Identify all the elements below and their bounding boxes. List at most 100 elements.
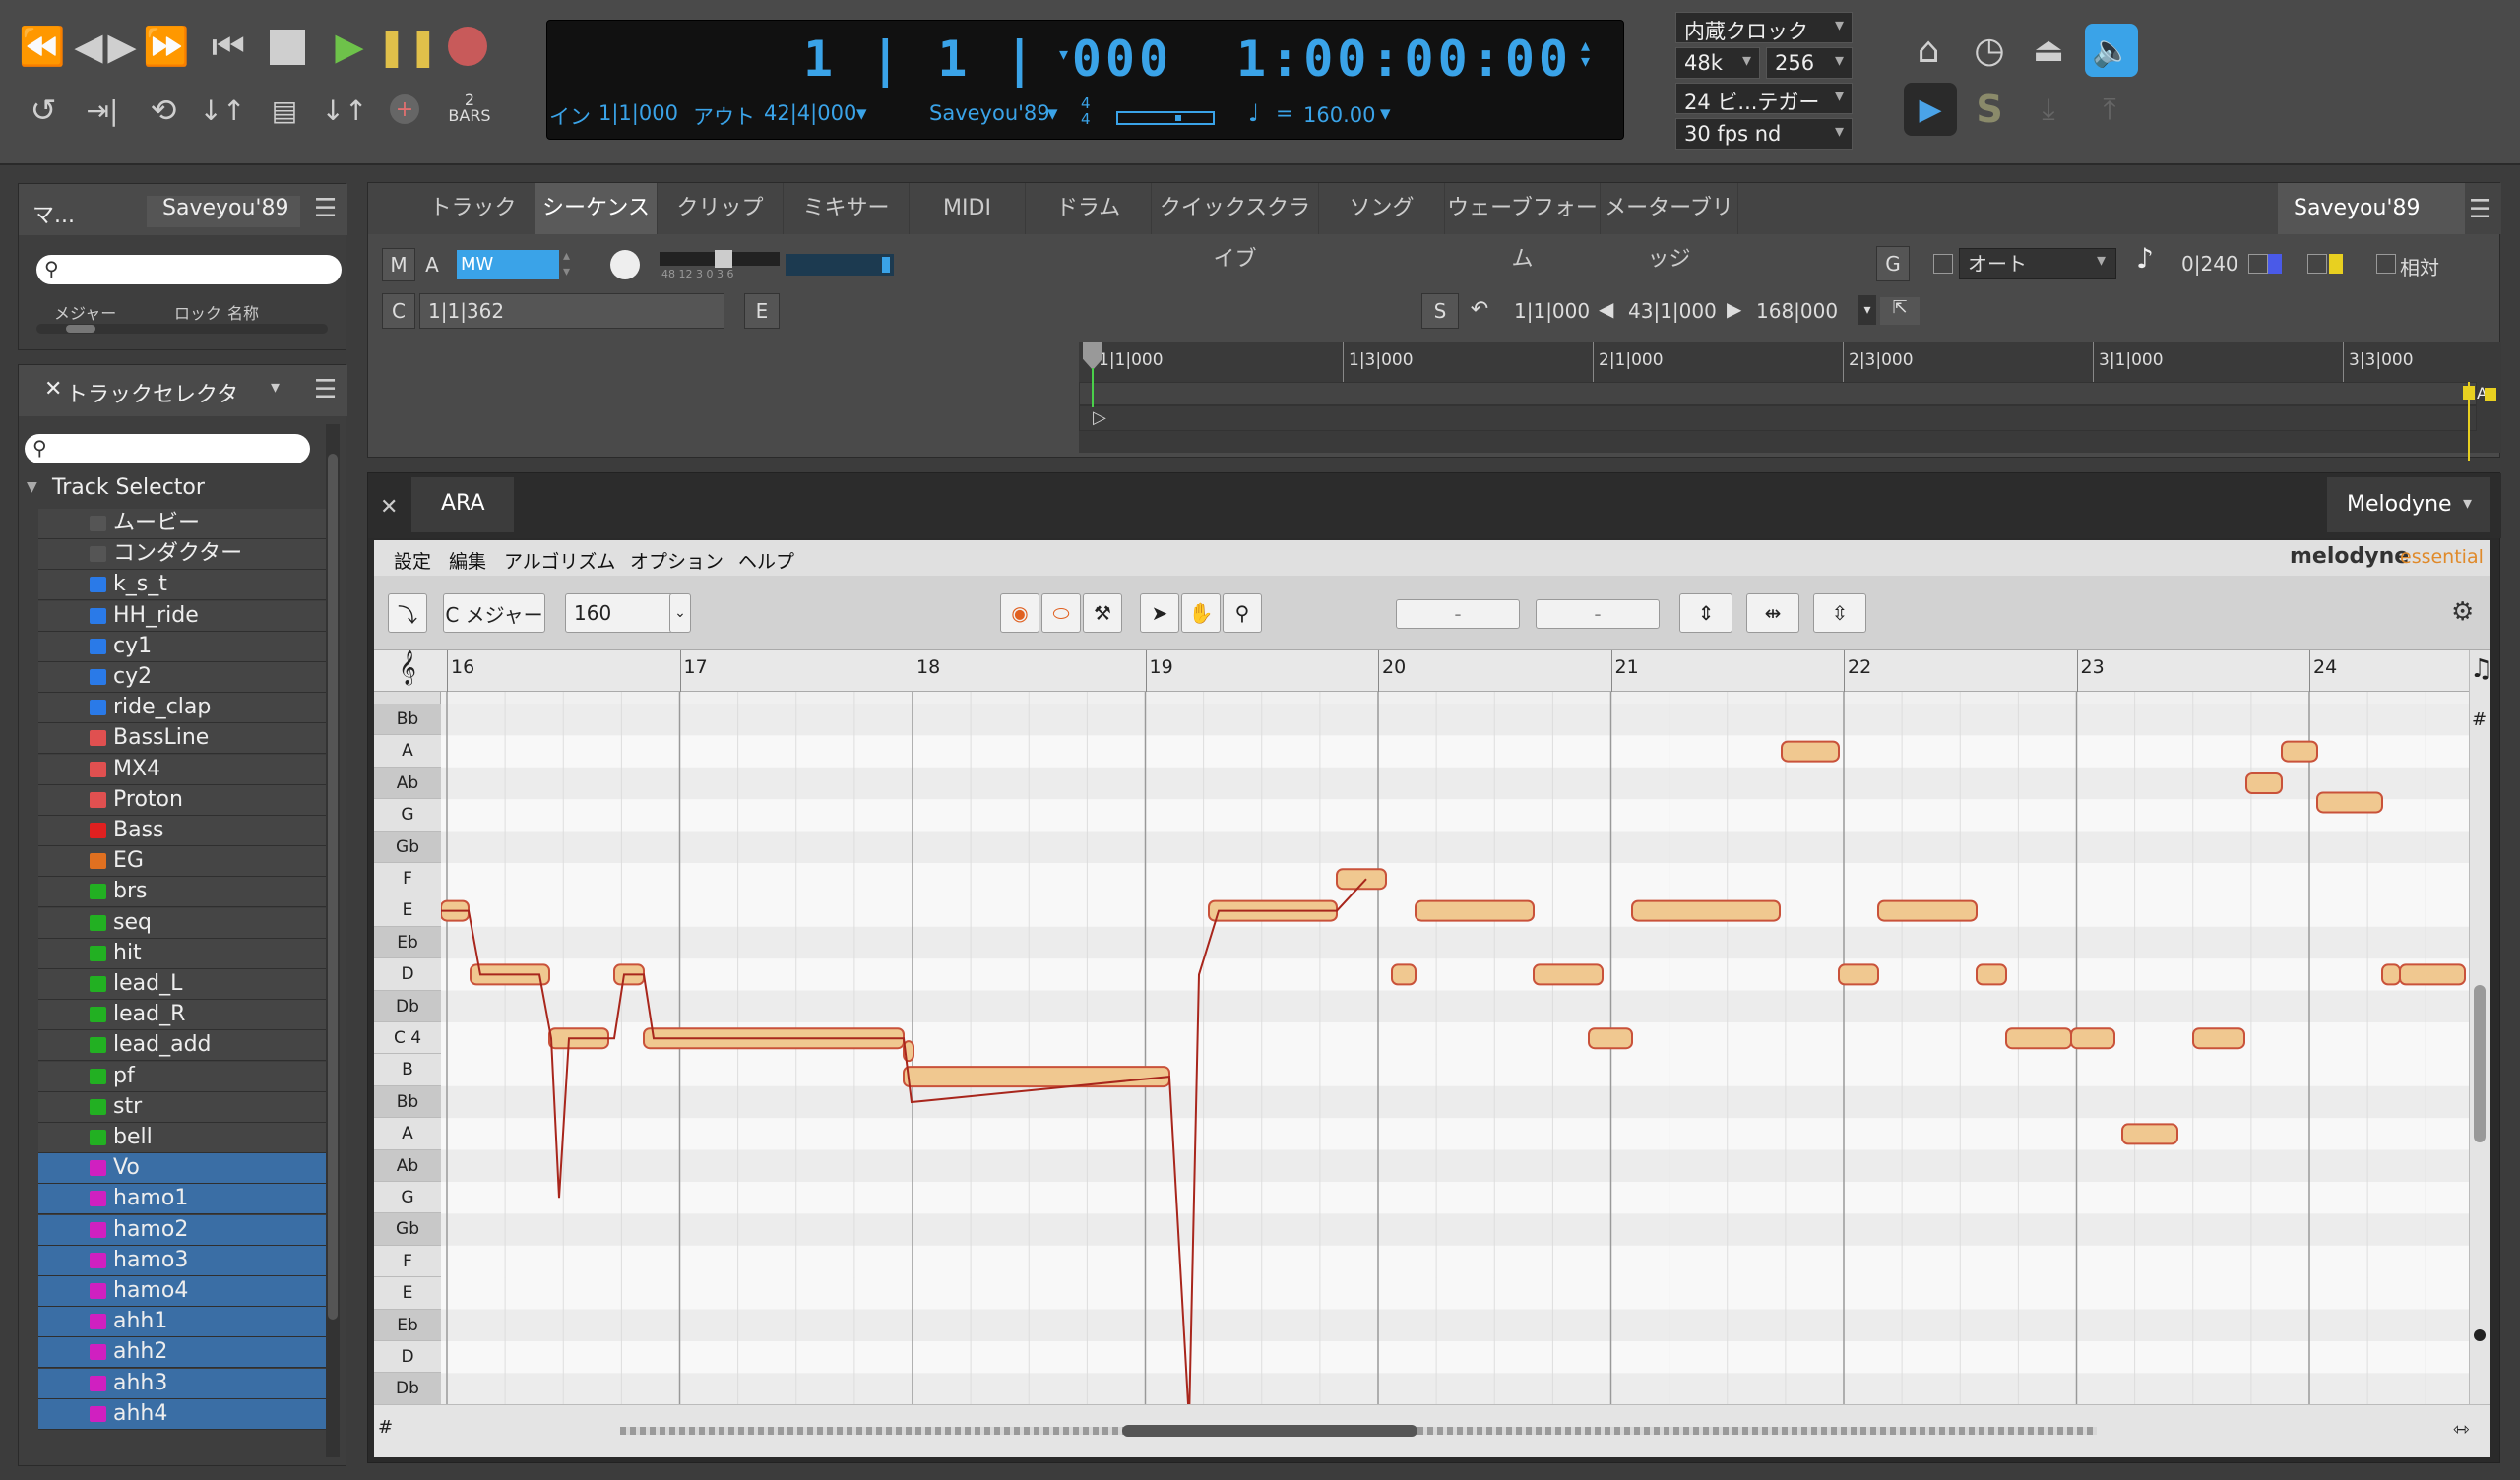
sequence-song-selector[interactable]: Saveyou'89 — [2278, 183, 2465, 234]
tab-5[interactable]: ドラム — [1026, 183, 1152, 234]
song-selector[interactable]: Saveyou'89 — [147, 196, 300, 227]
horizontal-scrollbar[interactable] — [36, 324, 328, 334]
track-item[interactable]: hamo3 — [38, 1245, 330, 1276]
fast-forward-icon[interactable]: ⏩ — [142, 22, 191, 71]
pitch-key[interactable]: D — [374, 958, 441, 991]
track-selector-root[interactable]: Track Selector — [52, 475, 205, 500]
automation-button[interactable]: A — [417, 248, 447, 281]
chevron-down-icon[interactable]: ▾ — [2097, 250, 2106, 271]
menu-icon[interactable]: ☰ — [314, 375, 337, 404]
track-item[interactable]: MX4 — [38, 754, 330, 785]
track-item[interactable]: bell — [38, 1123, 330, 1153]
track-item[interactable]: ahh3 — [38, 1368, 330, 1399]
macro-tool-icon[interactable]: ⚒ — [1083, 593, 1122, 633]
pitch-tool-icon[interactable]: ⬭ — [1041, 593, 1081, 633]
track-item[interactable]: cy2 — [38, 662, 330, 693]
rate-field[interactable]: 48k — [1675, 47, 1760, 79]
pitch-grid[interactable] — [441, 692, 2469, 1404]
tab-1[interactable]: シーケンス — [536, 183, 658, 234]
timeline-ruler[interactable]: 1|1|000 1|3|000 2|1|000 2|3|000 3|1|000 3|3|0… — [1079, 342, 2501, 461]
chevron-down-icon[interactable]: ▾ — [1059, 44, 1068, 65]
loop-icon[interactable]: ⟲ — [142, 89, 185, 132]
grid-checkbox[interactable] — [2248, 254, 2268, 274]
pitch-key[interactable]: B — [374, 1054, 441, 1086]
zoom-fit-icon[interactable]: ⇿ — [2453, 1417, 2470, 1441]
auto-punch-icon[interactable]: ↓↑ — [322, 89, 368, 132]
track-item[interactable]: lead_add — [38, 1030, 330, 1062]
track-item[interactable]: lead_L — [38, 969, 330, 1000]
metronome-icon[interactable]: ⏏ — [2024, 26, 2073, 75]
follow-icon[interactable]: ▶ — [1904, 83, 1957, 136]
track-item[interactable]: pf — [38, 1061, 330, 1092]
pitch-key[interactable]: F — [374, 1245, 441, 1278]
relative-checkbox[interactable] — [2376, 254, 2396, 274]
track-search-input[interactable]: ⚲ — [25, 434, 310, 463]
tab-8[interactable]: ウェーブフォーム — [1445, 183, 1601, 272]
gear-icon[interactable]: ⚙ — [2451, 597, 2474, 627]
track-item[interactable]: hamo1 — [38, 1184, 330, 1215]
track-item[interactable]: hit — [38, 938, 330, 969]
chevron-down-icon[interactable]: ⌄ — [669, 593, 691, 633]
marker-search-input[interactable]: ⚲ — [36, 255, 342, 284]
mute-button[interactable]: M — [382, 248, 415, 281]
pitch-key[interactable]: Bb — [374, 704, 441, 736]
grid-value[interactable]: 0|240 — [2181, 252, 2238, 276]
pitch-key[interactable]: Eb — [374, 1309, 441, 1341]
pitch-key[interactable]: Ab — [374, 767, 441, 800]
time-counter[interactable]: 1:00:00:00 — [1236, 31, 1572, 88]
track-item[interactable]: HH_ride — [38, 600, 330, 632]
tab-2[interactable]: クリップ — [658, 183, 784, 234]
pitch-info-field[interactable]: - — [1536, 599, 1660, 629]
pitch-key[interactable]: Bb — [374, 1085, 441, 1119]
note-editor[interactable]: 𝄞 Bb A Ab G Gb F E Eb D Db C 4 B Bb A Ab G Gb F E Eb D Db 16 1… — [374, 650, 2492, 1457]
pitch-key[interactable]: F — [374, 863, 441, 895]
pitch-key[interactable]: Gb — [374, 831, 441, 863]
stop-button[interactable] — [266, 26, 309, 69]
horizontal-scroll-thumb[interactable] — [1122, 1425, 1418, 1437]
g-button[interactable]: G — [1876, 246, 1910, 281]
bit-select[interactable]: 24 ビ...テガー — [1675, 83, 1853, 114]
updown-icon[interactable]: ▴ ▾ — [1581, 37, 1590, 71]
close-icon[interactable]: ✕ — [380, 495, 398, 520]
pitch-key[interactable]: E — [374, 894, 441, 927]
position-field[interactable]: 1|1|362 — [419, 293, 724, 329]
sharp-icon[interactable]: # — [2472, 709, 2487, 730]
in-value[interactable]: 1|1|000 — [598, 101, 678, 125]
menu-icon[interactable]: ☰ — [314, 194, 337, 223]
position-slider[interactable] — [1116, 111, 1215, 125]
undo-icon[interactable]: ↺ — [22, 89, 65, 132]
play-button[interactable]: ▶ — [325, 22, 374, 71]
s-button[interactable]: S — [1421, 293, 1459, 329]
sharp-icon[interactable]: # — [378, 1417, 393, 1438]
pitch-key[interactable]: D — [374, 1341, 441, 1374]
menu-icon[interactable]: ☰ — [2469, 195, 2491, 224]
track-item[interactable]: str — [38, 1091, 330, 1123]
transfer-icon[interactable]: ⤵ — [388, 593, 427, 633]
tab-4[interactable]: MIDI — [910, 183, 1026, 234]
pointer-icon[interactable]: ⇱ — [1880, 297, 1920, 325]
solo-icon[interactable]: S — [1965, 85, 2014, 134]
step-forward-icon[interactable]: ▶ — [102, 22, 142, 71]
menu-item[interactable]: アルゴリズム — [504, 547, 615, 574]
pitch-key[interactable]: Gb — [374, 1213, 441, 1246]
pitch-key[interactable]: Db — [374, 1373, 441, 1405]
tempo-field[interactable]: 160 — [565, 593, 673, 633]
track-item[interactable]: ahh4 — [38, 1398, 330, 1430]
col-measure[interactable]: メジャー — [54, 300, 116, 324]
chevron-down-icon[interactable]: ▾ — [2463, 493, 2472, 514]
sync-icon[interactable]: ⌂ — [1904, 26, 1953, 75]
pitch-key[interactable]: G — [374, 1182, 441, 1214]
close-icon[interactable]: ✕ — [44, 377, 62, 401]
metronome-count-icon[interactable]: ▤ — [260, 89, 309, 132]
pause-icon[interactable]: ❚❚ — [376, 22, 439, 71]
note-info-field[interactable]: - — [1396, 599, 1520, 629]
vertical-scrollbar[interactable] — [326, 424, 340, 1457]
track-item[interactable]: lead_R — [38, 1000, 330, 1031]
note-icon[interactable]: ♪ — [2136, 242, 2154, 275]
key-select[interactable]: C メジャー — [443, 593, 545, 633]
track-item[interactable]: ahh1 — [38, 1307, 330, 1338]
c-button[interactable]: C — [382, 293, 415, 329]
tab-0[interactable]: トラック — [411, 183, 536, 234]
time-signature[interactable]: 44 — [1081, 95, 1091, 127]
menu-item[interactable]: 編集 — [449, 547, 486, 574]
